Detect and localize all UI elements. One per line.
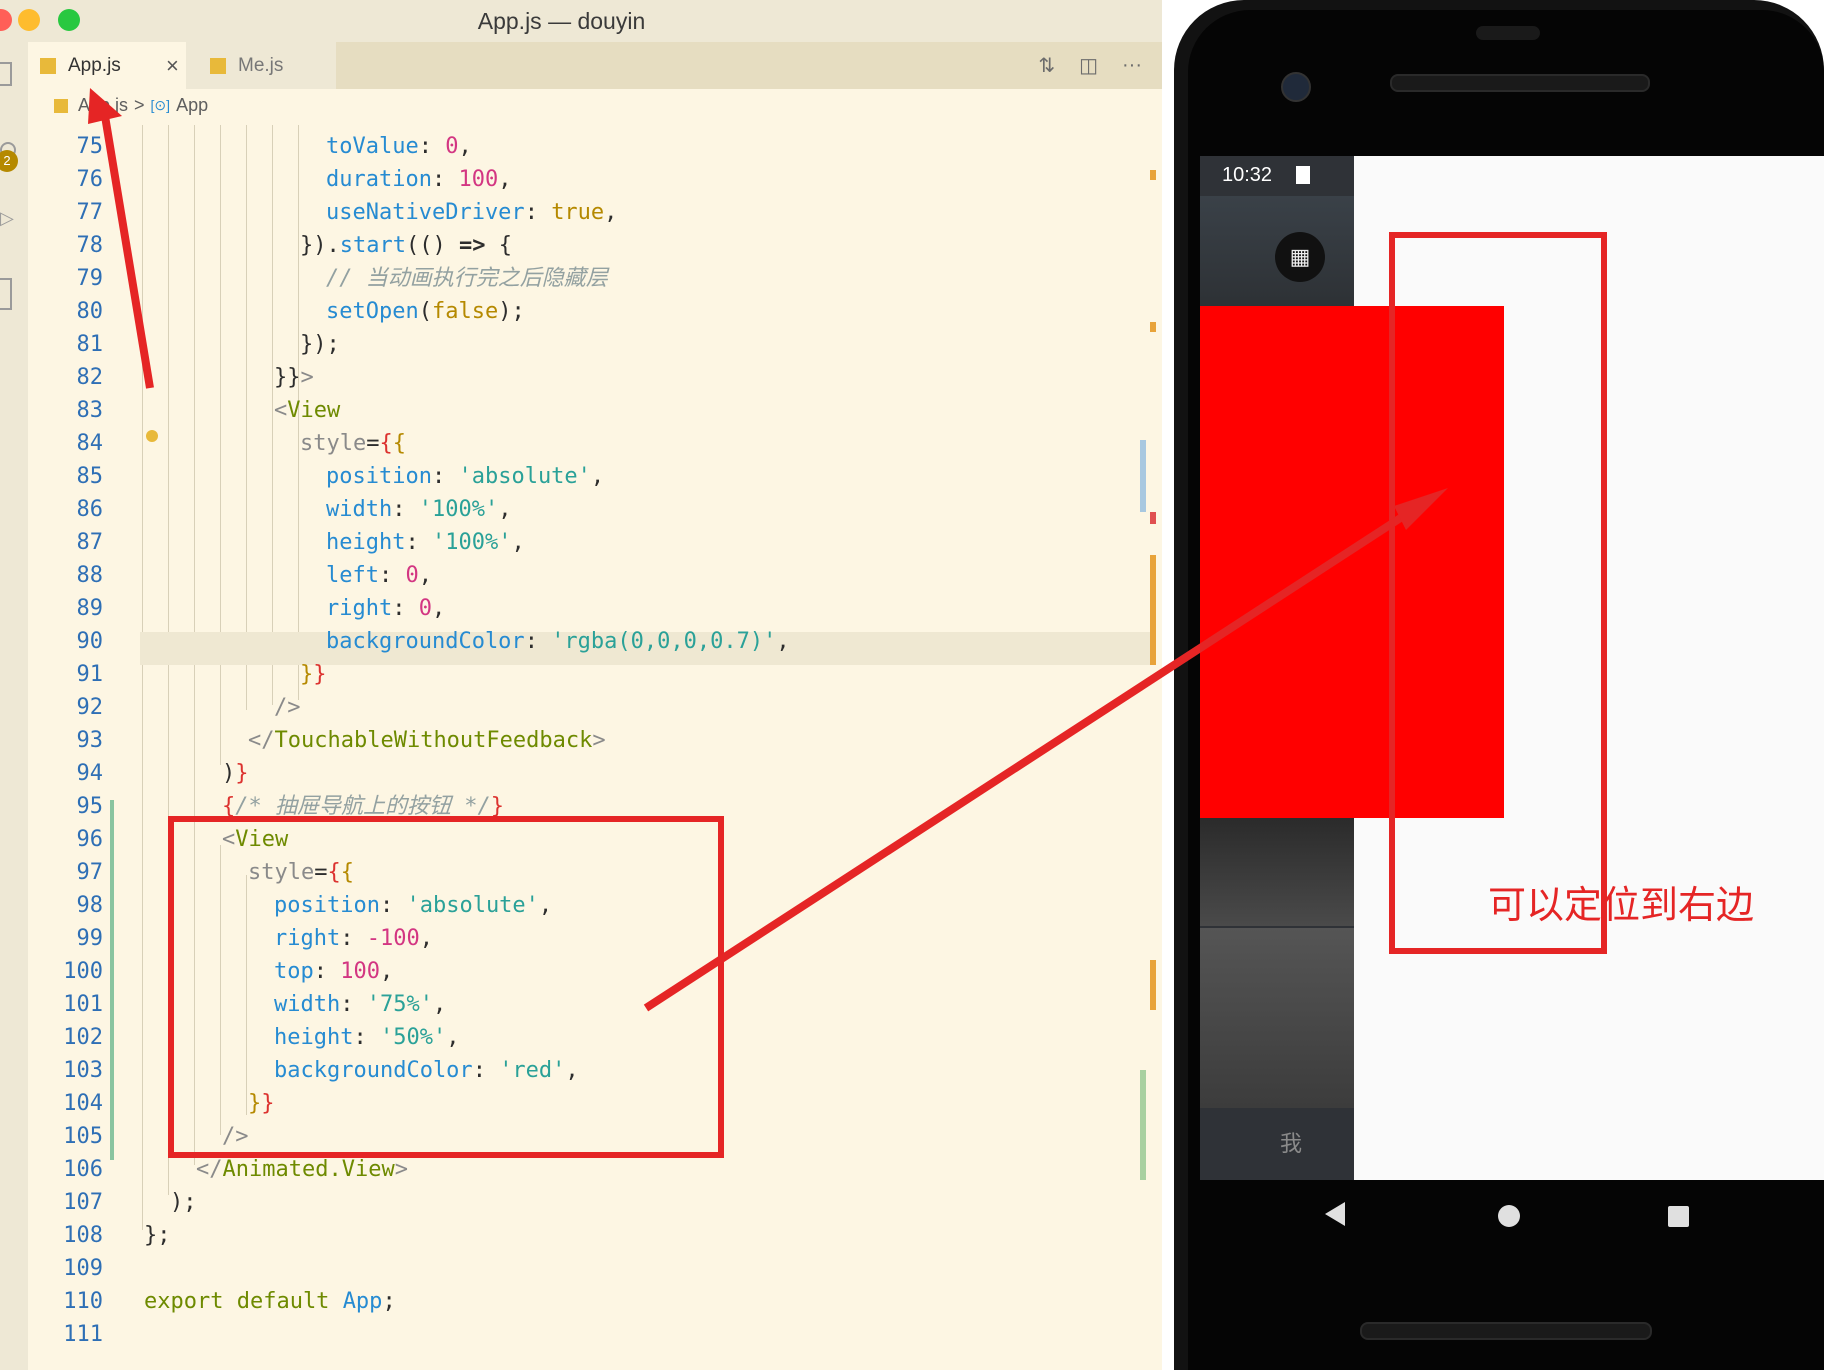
javascript-file-icon [40,57,56,74]
line-number: 108 [63,1223,103,1248]
line-number: 100 [63,959,103,984]
line-number: 110 [63,1289,103,1314]
top-notch [1476,26,1540,40]
tab-bar: App.js × Me.js ⇅ ◫ ··· [28,42,1162,89]
split-editor-icon[interactable]: ◫ [1079,53,1098,78]
line-number: 96 [76,827,104,852]
close-tab-icon[interactable]: × [166,53,179,79]
sd-card-icon [1296,166,1310,184]
back-button[interactable] [1325,1202,1345,1226]
breadcrumb-separator: > [134,95,145,115]
earpiece-speaker [1390,74,1650,92]
line-number: 81 [76,332,104,357]
annotation-highlight-box [168,816,724,1158]
line-number: 84 [76,431,104,456]
line-number: 87 [76,530,104,555]
tab-me[interactable]: 我 [1280,1126,1302,1158]
line-number: 92 [76,695,104,720]
activity-bar: 2 ▷ [0,42,28,1370]
line-number: 85 [76,464,104,489]
line-number: 89 [76,596,104,621]
line-number: 77 [76,200,104,225]
recents-button[interactable] [1668,1206,1689,1227]
line-number: 103 [63,1058,103,1083]
overview-ruler-mark [1140,1070,1146,1180]
overview-ruler-mark [1150,170,1156,180]
window-title: App.js — douyin [477,8,646,34]
line-number: 75 [76,134,104,159]
line-number: 94 [76,761,104,786]
tab-label: App.js [68,54,121,76]
line-number: 104 [63,1091,103,1116]
line-number: 80 [76,299,104,324]
line-number: 105 [63,1124,103,1149]
line-number: 111 [63,1322,103,1347]
line-number: 109 [63,1256,103,1281]
tab-app-js[interactable]: App.js × [28,42,186,89]
status-bar: 10:32 [1200,156,1354,196]
overview-ruler-mark [1140,440,1146,512]
line-number: 107 [63,1190,103,1215]
symbol-icon: [⊙] [150,97,171,113]
feed-image [1200,816,1354,926]
line-number: 97 [76,860,104,885]
source-control-badge: 2 [0,150,18,172]
breadcrumb-file[interactable]: App.js [78,95,128,116]
line-number: 91 [76,662,104,687]
line-number: 79 [76,266,104,291]
line-number: 90 [76,629,104,654]
compare-changes-icon[interactable]: ⇅ [1038,53,1055,78]
run-debug-icon[interactable]: ▷ [0,208,14,229]
overview-ruler-mark [1150,322,1156,332]
bottom-nav-bar [1200,1108,1354,1180]
phone-screen: ▦ 我 10:32 可以定位到右边 [1200,156,1824,1180]
line-number: 101 [63,992,103,1017]
line-number: 78 [76,233,104,258]
line-number: 83 [76,398,104,423]
line-number: 102 [63,1025,103,1050]
feed-image [1200,928,1354,1108]
breadcrumb: App.js > [⊙] App [28,89,1162,123]
more-actions-icon[interactable]: ··· [1122,54,1142,77]
extensions-icon[interactable] [0,278,12,310]
breadcrumb-symbol[interactable]: App [176,95,208,116]
editor-actions: ⇅ ◫ ··· [1038,42,1142,89]
explorer-icon[interactable] [0,62,12,86]
javascript-file-icon [210,57,226,74]
tab-me-js[interactable]: Me.js [186,42,336,89]
front-camera [1281,72,1311,102]
javascript-file-icon [54,98,68,113]
annotation-target-box [1389,232,1607,954]
lightbulb-icon[interactable] [146,430,158,442]
line-number: 98 [76,893,104,918]
overview-ruler-mark [1150,512,1156,524]
annotation-label: 可以定位到右边 [1488,883,1755,927]
line-number: 93 [76,728,104,753]
overview-ruler-mark [1150,960,1156,1010]
apps-grid-icon[interactable]: ▦ [1275,232,1325,282]
line-number: 88 [76,563,104,588]
line-number: 86 [76,497,104,522]
overview-ruler-mark [1150,555,1156,665]
line-number: 95 [76,794,104,819]
bottom-speaker [1360,1322,1652,1340]
status-time: 10:32 [1222,164,1273,186]
line-number: 76 [76,167,104,192]
title-bar: App.js — douyin [0,0,1162,42]
code-editor-window: App.js — douyin 2 ▷ App.js × Me.js ⇅ ◫ ·… [0,0,1162,1370]
line-number: 82 [76,365,104,390]
line-number: 106 [63,1157,103,1182]
line-number: 99 [76,926,104,951]
home-button[interactable] [1498,1205,1520,1227]
tab-label: Me.js [238,54,284,76]
